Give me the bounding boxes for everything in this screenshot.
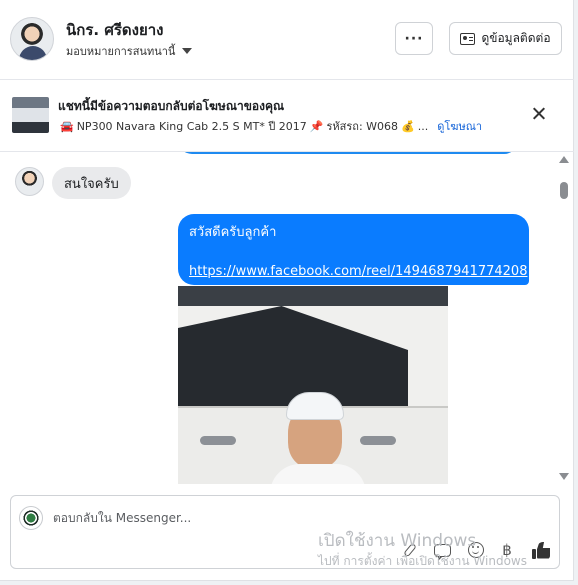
contact-card-icon [460,32,476,45]
previous-message-edge [178,152,518,154]
car-emoji-icon: 🚘 [60,119,74,133]
outgoing-message: สวัสดีครับลูกค้า https://www.facebook.co… [178,214,529,285]
sender-avatar [15,167,44,196]
caret-down-icon [182,48,193,54]
like-button[interactable] [531,540,551,560]
windows-activation-watermark-title: เปิดใช้งาน Windows [318,531,477,551]
money-bag-emoji-icon: 💰 [401,119,415,133]
assign-conversation-dropdown[interactable]: มอบหมายการสนทนานี้ [66,42,193,60]
conversation-area[interactable]: สนใจครับ สวัสดีครับลูกค้า https://www.fa… [0,152,574,484]
thumbs-up-icon [532,542,550,559]
scroll-down-arrow-icon[interactable] [559,473,569,480]
reel-link[interactable]: https://www.facebook.com/reel/1494687941… [189,262,527,281]
reel-video-thumbnail[interactable] [178,286,448,484]
assign-label: มอบหมายการสนทนานี้ [66,45,176,58]
page-avatar [19,506,43,530]
contact-avatar[interactable] [10,17,54,61]
ad-code: รหัสรถ: W068 [326,120,399,133]
pin-emoji-icon: 📌 [309,119,324,133]
reply-input[interactable] [53,508,293,528]
incoming-message: สนใจครับ [52,167,131,199]
contact-name[interactable]: นิกร. ศรีดงยาง [66,18,164,42]
view-ad-link[interactable]: ดูโฆษณา [437,117,482,135]
ad-reply-banner: แชทนี้มีข้อความตอบกลับต่อโฆษณาของคุณ 🚘 N… [0,80,574,152]
chat-panel: นิกร. ศรีดงยาง มอบหมายการสนทนานี้ ··· ดู… [0,0,574,581]
view-contact-button[interactable]: ดูข้อมูลติดต่อ [449,22,562,55]
chat-header: นิกร. ศรีดงยาง มอบหมายการสนทนานี้ ··· ดู… [0,0,574,80]
ad-details: NP300 Navara King Cab 2.5 S MT* ปี 2017 [76,120,307,133]
scroll-up-arrow-icon[interactable] [559,156,569,163]
scrollbar-thumb[interactable] [560,182,568,199]
view-contact-label: ดูข้อมูลติดต่อ [481,31,551,45]
close-banner-icon[interactable] [529,104,549,124]
windows-activation-watermark-subtitle: ไปที่ การตั้งค่า เพื่อเปิดใช้งาน Windows [318,554,527,568]
more-options-button[interactable]: ··· [395,22,433,55]
ad-ellipsis: ... [417,119,429,133]
ad-thumbnail [12,97,49,133]
ad-details-line: 🚘 NP300 Navara King Cab 2.5 S MT* ปี 201… [60,117,482,135]
outgoing-greeting: สวัสดีครับลูกค้า [189,225,277,240]
ad-banner-title: แชทนี้มีข้อความตอบกลับต่อโฆษณาของคุณ [58,99,285,113]
